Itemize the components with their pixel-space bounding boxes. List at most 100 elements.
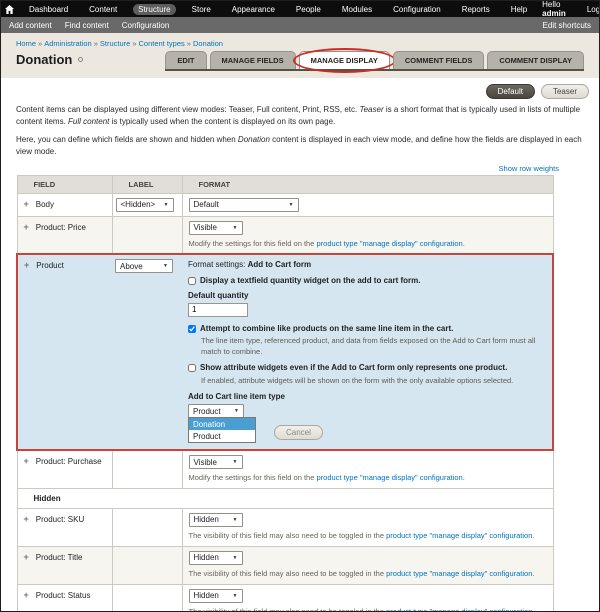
field-name: Product: SKU [35, 514, 85, 524]
body-label-select[interactable]: <Hidden> ▼ [115, 197, 174, 212]
tab-manage-display[interactable]: MANAGE DISPLAY [292, 48, 396, 73]
product-label-select[interactable]: Above ▼ [115, 259, 173, 274]
show-row-weights-link[interactable]: Show row weights [499, 164, 559, 173]
tab-comment-display[interactable]: COMMENT DISPLAY [487, 51, 584, 69]
title-visibility-description: The visibility of this field may also ne… [188, 568, 535, 578]
title-format-select[interactable]: Hidden ▼ [188, 550, 243, 565]
combine-products-checkbox[interactable] [188, 324, 196, 333]
page-header: Home» Administration» Structure» Content ty… [1, 33, 599, 78]
breadcrumb-separator: » [132, 39, 137, 48]
breadcrumb-separator: » [93, 39, 98, 48]
tab-comment-fields[interactable]: COMMENT FIELDS [392, 51, 485, 69]
breadcrumb-structure[interactable]: Structure [100, 39, 130, 48]
line-item-type-dropdown-list: Donation Product [188, 417, 256, 444]
dropdown-option-donation[interactable]: Donation [189, 418, 255, 431]
username: admin [542, 9, 566, 18]
tab-manage-display-label: MANAGE DISPLAY [310, 56, 378, 65]
purchase-format-description: Modify the settings for this field on th… [188, 473, 465, 483]
toolbar-item-appearance[interactable]: Appearance [227, 4, 280, 15]
cancel-button[interactable]: Cancel [274, 425, 323, 441]
tab-bar: EDIT MANAGE FIELDS MANAGE DISPLAY COMMEN… [165, 48, 584, 73]
manage-display-config-link[interactable]: product type "manage display" configurat… [386, 569, 532, 578]
quantity-widget-checkbox[interactable] [188, 277, 196, 286]
quantity-widget-option: Display a textfield quantity widget on t… [188, 276, 546, 286]
edit-shortcuts-link[interactable]: Edit shortcuts [543, 21, 591, 30]
price-format-select[interactable]: Visible ▼ [188, 220, 243, 235]
tab-manage-fields[interactable]: MANAGE FIELDS [209, 51, 296, 69]
status-format-select[interactable]: Hidden ▼ [188, 588, 243, 603]
toolbar-item-modules[interactable]: Modules [337, 4, 377, 15]
title-circle-icon[interactable] [78, 57, 84, 62]
table-header-row: FIELD LABEL FORMAT [16, 174, 554, 194]
toolbar-menu: Dashboard Content Structure Store Appear… [24, 3, 532, 15]
manage-display-config-link[interactable]: product type "manage display" configurat… [386, 531, 532, 540]
attribute-widgets-checkbox[interactable] [188, 364, 196, 373]
tab-edit[interactable]: EDIT [165, 51, 207, 69]
drag-handle-icon[interactable]: + [24, 199, 29, 209]
body-format-select[interactable]: Default ▼ [188, 197, 299, 212]
toolbar-item-configuration[interactable]: Configuration [388, 4, 446, 15]
field-name: Product: Price [35, 222, 87, 232]
hidden-section-label: Hidden [16, 487, 554, 509]
breadcrumb-separator: » [186, 39, 191, 48]
admin-toolbar: Dashboard Content Structure Store Appear… [1, 1, 599, 18]
column-header-label: LABEL [111, 174, 183, 194]
logout-link[interactable]: Log out [582, 4, 599, 15]
sku-format-select[interactable]: Hidden ▼ [188, 512, 243, 527]
purchase-format-select[interactable]: Visible ▼ [188, 455, 243, 470]
manage-display-config-link[interactable]: product type "manage display" configurat… [316, 239, 462, 248]
select-arrow-icon: ▼ [232, 224, 238, 231]
view-mode-teaser-button[interactable]: Teaser [540, 84, 589, 99]
shortcut-configuration[interactable]: Configuration [122, 21, 170, 30]
drag-handle-icon[interactable]: + [24, 222, 29, 232]
toolbar-item-help[interactable]: Help [506, 4, 532, 15]
drag-handle-icon[interactable]: + [24, 552, 29, 562]
breadcrumb-home[interactable]: Home [16, 39, 36, 48]
toolbar-item-reports[interactable]: Reports [457, 4, 495, 15]
toolbar-item-content[interactable]: Content [84, 4, 122, 15]
sku-visibility-description: The visibility of this field may also ne… [188, 530, 535, 540]
line-item-type-label: Add to Cart line item type [188, 392, 285, 402]
attribute-widgets-description: If enabled, attribute widgets will be sh… [201, 375, 514, 385]
view-mode-default-button[interactable]: Default [485, 84, 535, 99]
table-row-product-sku: + Product: SKU Hidden ▼ The visibility of … [16, 507, 554, 547]
home-icon[interactable] [5, 4, 14, 14]
breadcrumb-content-types[interactable]: Content types [139, 39, 185, 48]
line-item-type-select[interactable]: Product ▼ [188, 404, 244, 419]
combine-products-description: The line item type, referenced product, … [201, 336, 536, 356]
toolbar-item-structure[interactable]: Structure [133, 3, 176, 15]
select-arrow-icon: ▼ [163, 201, 169, 208]
drag-handle-icon[interactable]: + [24, 514, 29, 524]
shortcut-find-content[interactable]: Find content [65, 21, 109, 30]
dropdown-option-product[interactable]: Product [189, 430, 255, 442]
shortcut-bar: Add content Find content Configuration E… [1, 17, 599, 33]
manage-display-config-link[interactable]: product type "manage display" configurat… [386, 607, 532, 611]
intro-paragraph-1: Content items can be displayed using dif… [16, 105, 581, 127]
drag-handle-icon[interactable]: + [24, 590, 29, 600]
select-arrow-icon: ▼ [232, 516, 238, 523]
drag-handle-icon[interactable]: + [24, 260, 29, 270]
manage-display-config-link[interactable]: product type "manage display" configurat… [316, 473, 462, 482]
default-quantity-input[interactable] [188, 302, 248, 317]
toolbar-item-store[interactable]: Store [187, 4, 216, 15]
shortcut-add-content[interactable]: Add content [9, 21, 52, 30]
column-header-format: FORMAT [181, 174, 554, 194]
page-title: Donation [16, 52, 73, 67]
breadcrumb-administration[interactable]: Administration [44, 39, 92, 48]
default-quantity-label: Default quantity [188, 290, 249, 300]
select-arrow-icon: ▼ [234, 408, 239, 415]
table-row-product-purchase: + Product: Purchase Visible ▼ Modify the s… [16, 449, 554, 489]
breadcrumb-donation[interactable]: Donation [193, 39, 223, 48]
field-name: Product [36, 261, 64, 271]
table-row-product: + Product Above ▼ Format settings: Add to … [17, 254, 553, 451]
toolbar-item-dashboard[interactable]: Dashboard [24, 4, 73, 15]
toolbar-item-people[interactable]: People [291, 4, 326, 15]
price-format-description: Modify the settings for this field on th… [188, 238, 465, 248]
breadcrumb: Home» Administration» Structure» Content ty… [16, 39, 584, 48]
field-name: Product: Purchase [35, 457, 102, 467]
select-arrow-icon: ▼ [232, 459, 238, 466]
checkbox-label: Attempt to combine like products on the … [200, 323, 454, 333]
drag-handle-icon[interactable]: + [24, 456, 29, 466]
attribute-widgets-option: Show attribute widgets even if the Add t… [188, 363, 546, 373]
intro-paragraph-2: Here, you can define which fields are sh… [16, 134, 582, 157]
